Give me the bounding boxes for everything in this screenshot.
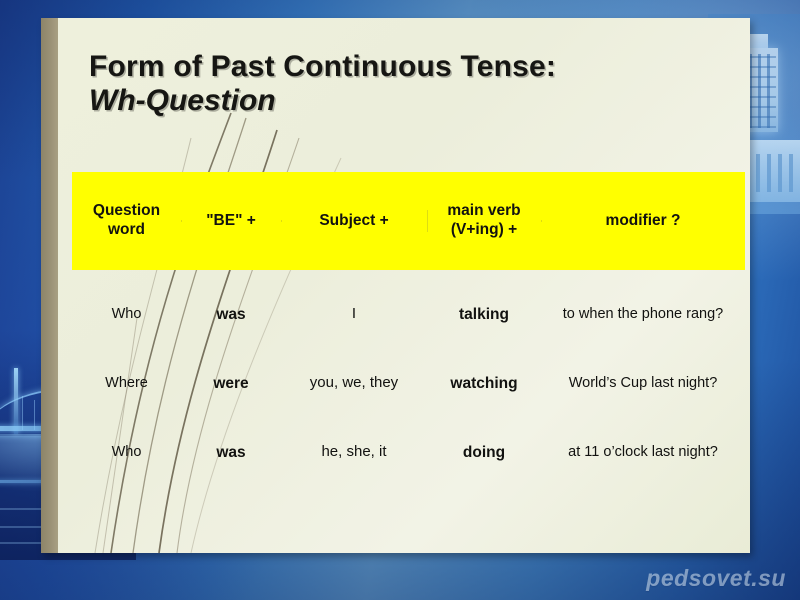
- cell-subject: he, she, it: [321, 443, 387, 461]
- cell-modifier: at 11 o’clock last night?: [568, 444, 718, 461]
- header-cell-subject: Subject +: [281, 212, 427, 231]
- table-row: Who was he, she, it doing at 11 o’clock …: [72, 418, 745, 487]
- page-title: Form of Past Continuous Tense: Wh-Questi…: [89, 50, 709, 117]
- cell-question-word: Who: [111, 306, 142, 323]
- cell-be: was: [216, 443, 246, 461]
- title-line-2: Wh-Question: [89, 83, 276, 117]
- header-cell-modifier: modifier ?: [541, 212, 745, 231]
- slide-card: Form of Past Continuous Tense: Wh-Questi…: [41, 18, 750, 553]
- header-question-word-line2: word: [107, 221, 146, 238]
- cell-question-word: Where: [105, 375, 148, 392]
- header-cell-question-word: Question word: [72, 202, 181, 240]
- header-cell-main-verb: main verb (V+ing) +: [427, 202, 541, 240]
- table-header-row: Question word "BE" + Subject + main verb…: [72, 172, 745, 270]
- slide-canvas: Form of Past Continuous Tense: Wh-Questi…: [0, 0, 800, 600]
- table-row: Where were you, we, they watching World’…: [72, 349, 745, 418]
- cell-modifier: World’s Cup last night?: [568, 375, 718, 392]
- cell-main-verb: talking: [459, 305, 509, 323]
- bridge-hanger: [22, 396, 23, 430]
- header-cell-be: "BE" +: [181, 212, 281, 231]
- site-watermark: pedsovet.su: [646, 565, 786, 591]
- bridge-tower-left: [14, 368, 18, 434]
- cell-be: was: [216, 305, 246, 323]
- grammar-table: Question word "BE" + Subject + main verb…: [72, 172, 745, 487]
- cell-subject: I: [351, 305, 357, 323]
- cell-subject: you, we, they: [309, 374, 399, 392]
- header-main-verb-line1: main verb: [447, 202, 521, 220]
- cell-main-verb: doing: [462, 443, 506, 461]
- cell-modifier: to when the phone rang?: [562, 306, 724, 323]
- header-main-verb-line2: (V+ing) +: [450, 221, 518, 238]
- cell-be: were: [213, 374, 249, 392]
- title-line-1: Form of Past Continuous Tense:: [89, 50, 557, 83]
- cell-question-word: Who: [111, 444, 142, 461]
- table-spacer: [72, 270, 745, 280]
- table-row: Who was I talking to when the phone rang…: [72, 280, 745, 349]
- header-question-word-line1: Question: [92, 202, 161, 220]
- cell-main-verb: watching: [450, 374, 518, 392]
